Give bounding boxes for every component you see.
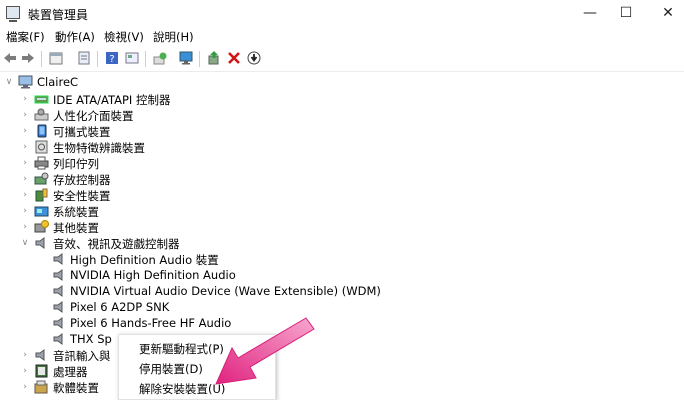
chevron-right-icon[interactable]: › (20, 174, 30, 184)
device-label[interactable]: NVIDIA High Definition Audio (70, 268, 236, 282)
speaker-icon (34, 236, 49, 250)
category-label[interactable]: 其他裝置 (53, 220, 99, 236)
close-button[interactable]: ✕ (646, 0, 684, 26)
speaker-icon (52, 316, 67, 330)
view-icon[interactable] (76, 50, 92, 66)
category-label[interactable]: 安全性裝置 (53, 188, 111, 204)
menu-action[interactable]: 動作(A) (55, 29, 95, 45)
chevron-right-icon[interactable]: › (20, 222, 30, 232)
menu-bar: 檔案(F) 動作(A) 檢視(V) 說明(H) (0, 26, 684, 46)
processor-icon (34, 364, 49, 378)
update-driver-icon[interactable] (206, 50, 222, 66)
properties-icon[interactable] (48, 50, 64, 66)
forward-icon[interactable] (20, 50, 36, 66)
maximize-button[interactable]: ☐ (604, 0, 648, 26)
device-label[interactable]: THX Sp (70, 332, 112, 346)
monitor-icon[interactable] (178, 50, 194, 66)
other-device-icon (34, 220, 49, 234)
chevron-right-icon[interactable]: › (20, 158, 30, 168)
category-label[interactable]: 列印佇列 (53, 156, 99, 172)
title-bar: 裝置管理員 — ☐ ✕ (0, 0, 684, 26)
device-label[interactable]: Pixel 6 A2DP SNK (70, 300, 169, 314)
computer-icon (18, 75, 33, 89)
chevron-right-icon[interactable]: › (20, 142, 30, 152)
device-label[interactable]: Pixel 6 Hands-Free HF Audio (70, 316, 231, 330)
device-label[interactable]: High Definition Audio 裝置 (70, 252, 219, 268)
chevron-right-icon[interactable]: › (20, 110, 30, 120)
chevron-right-icon[interactable]: › (20, 94, 30, 104)
device-tree[interactable]: ∨ ClaireC › IDE ATA/ATAPI 控制器 › 人性化介面裝置 … (0, 72, 684, 400)
printer-icon (34, 156, 49, 170)
chevron-right-icon[interactable]: › (20, 126, 30, 136)
audio-input-icon (34, 348, 49, 362)
category-label[interactable]: 系統裝置 (53, 204, 99, 220)
category-label[interactable]: 處理器 (53, 364, 88, 380)
ide-controller-icon (34, 92, 49, 106)
chevron-right-icon[interactable]: › (20, 366, 30, 376)
help-icon[interactable]: ? (104, 50, 120, 66)
menu-view[interactable]: 檢視(V) (104, 29, 144, 45)
menu-file[interactable]: 檔案(F) (6, 29, 45, 45)
device-manager-app-icon (6, 6, 20, 22)
security-device-icon (34, 188, 49, 202)
speaker-icon (52, 252, 67, 266)
speaker-icon (52, 268, 67, 282)
software-device-icon (34, 380, 49, 394)
speaker-icon (52, 300, 67, 314)
category-label[interactable]: 人性化介面裝置 (53, 108, 134, 124)
storage-controller-icon (34, 172, 49, 186)
portable-device-icon (34, 124, 49, 138)
speaker-icon (52, 284, 67, 298)
chevron-down-icon[interactable]: ∨ (20, 238, 30, 248)
window-title: 裝置管理員 (28, 8, 89, 22)
device-label[interactable]: NVIDIA Virtual Audio Device (Wave Extens… (70, 284, 381, 298)
category-label[interactable]: IDE ATA/ATAPI 控制器 (53, 92, 170, 108)
category-label[interactable]: 音訊輸入與 (53, 348, 111, 364)
tree-root-label[interactable]: ClaireC (37, 75, 78, 89)
chevron-right-icon[interactable]: › (20, 190, 30, 200)
category-label[interactable]: 音效、視訊及遊戲控制器 (53, 236, 180, 252)
category-label[interactable]: 可攜式裝置 (53, 124, 111, 140)
category-label[interactable]: 軟體裝置 (53, 380, 99, 396)
annotation-arrow-icon (215, 317, 315, 385)
chevron-right-icon[interactable]: › (20, 382, 30, 392)
category-label[interactable]: 存放控制器 (53, 172, 111, 188)
scan-hardware-icon[interactable] (152, 50, 168, 66)
toolbar: ? (0, 46, 684, 72)
category-label[interactable]: 生物特徵辨識裝置 (53, 140, 145, 156)
uninstall-icon[interactable] (226, 50, 242, 66)
system-device-icon (34, 204, 49, 218)
disable-icon[interactable] (246, 50, 262, 66)
menu-help[interactable]: 說明(H) (153, 29, 194, 45)
svg-text:?: ? (109, 54, 114, 65)
back-icon[interactable] (2, 50, 18, 66)
biometric-icon (34, 140, 49, 154)
resources-icon[interactable] (124, 50, 140, 66)
speaker-icon (52, 332, 67, 346)
menu-item-disable-device[interactable]: 停用裝置(D) (139, 361, 203, 377)
chevron-down-icon[interactable]: ∨ (4, 77, 14, 87)
chevron-right-icon[interactable]: › (20, 206, 30, 216)
hid-icon (34, 108, 49, 122)
chevron-right-icon[interactable]: › (20, 350, 30, 360)
